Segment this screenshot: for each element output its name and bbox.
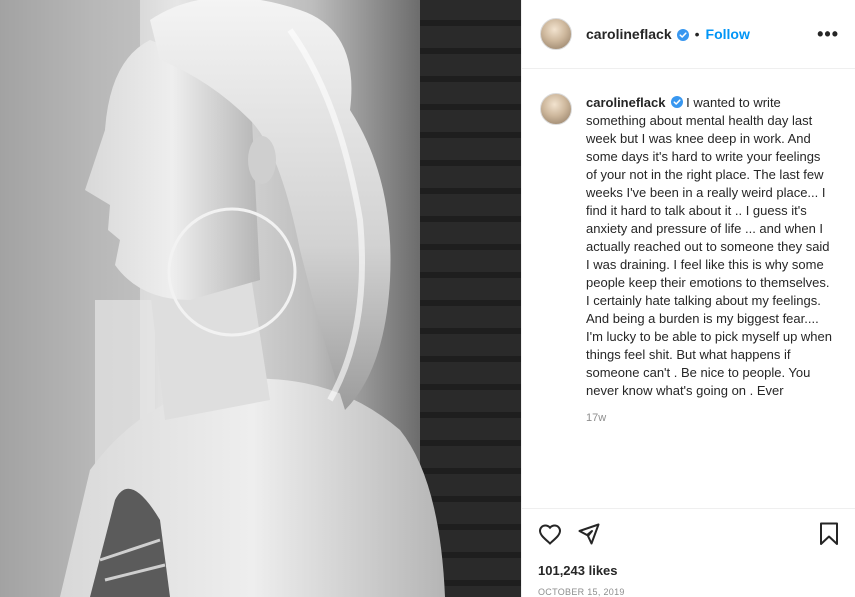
follow-button[interactable]: Follow bbox=[706, 26, 750, 42]
post-header: carolineflack • Follow ••• bbox=[522, 0, 855, 69]
instagram-post: carolineflack • Follow ••• carolineflack… bbox=[0, 0, 855, 597]
verified-badge-icon bbox=[670, 95, 683, 108]
icon-row bbox=[538, 521, 839, 547]
paper-plane-icon[interactable] bbox=[578, 523, 600, 545]
caption-area: carolineflack I wanted to write somethin… bbox=[522, 69, 855, 508]
action-bar: 101,243 likes OCTOBER 15, 2019 bbox=[522, 508, 855, 597]
likes-count[interactable]: 101,243 likes bbox=[538, 563, 839, 578]
post-date[interactable]: OCTOBER 15, 2019 bbox=[538, 587, 839, 597]
header-username[interactable]: carolineflack bbox=[586, 26, 672, 42]
caption-body: carolineflack I wanted to write somethin… bbox=[586, 94, 834, 508]
verified-badge-icon bbox=[676, 28, 689, 41]
post-side-panel: carolineflack • Follow ••• carolineflack… bbox=[521, 0, 855, 597]
caption-text: carolineflack I wanted to write somethin… bbox=[586, 94, 834, 400]
caption-timestamp[interactable]: 17w bbox=[586, 412, 834, 424]
photo-illustration bbox=[0, 0, 521, 597]
caption-avatar[interactable] bbox=[540, 93, 572, 125]
avatar[interactable] bbox=[540, 18, 572, 50]
caption-username[interactable]: carolineflack bbox=[586, 95, 666, 110]
heart-icon[interactable] bbox=[538, 523, 562, 545]
bookmark-icon[interactable] bbox=[819, 522, 839, 546]
caption-body-text: I wanted to write something about mental… bbox=[586, 95, 832, 398]
more-horizontal-icon[interactable]: ••• bbox=[817, 25, 839, 43]
post-photo[interactable] bbox=[0, 0, 521, 597]
shutter-slats bbox=[420, 0, 521, 597]
separator-dot: • bbox=[694, 26, 700, 42]
